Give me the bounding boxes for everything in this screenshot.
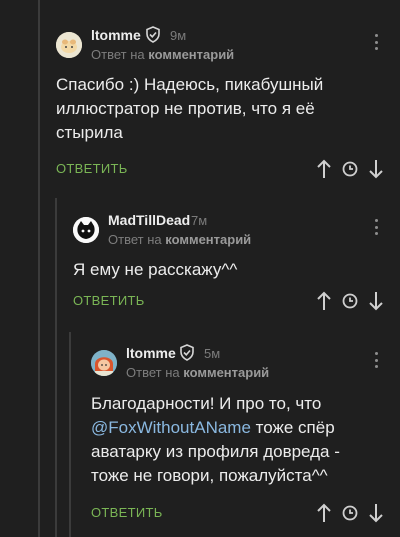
arrow-down-icon[interactable]	[366, 502, 386, 524]
reply-to-link[interactable]: комментарий	[148, 47, 234, 62]
reply-to-link[interactable]: комментарий	[165, 232, 251, 247]
arrow-up-icon[interactable]	[314, 502, 334, 524]
reply-button[interactable]: ОТВЕТИТЬ	[56, 161, 128, 176]
comment-time: 5м	[204, 346, 221, 361]
comment-text: Я ему не расскажу^^	[73, 258, 237, 282]
comment-text-fragment: тоже спёр	[250, 418, 335, 437]
reply-button[interactable]: ОТВЕТИТЬ	[91, 505, 163, 520]
reply-to-prefix: Ответ на	[91, 47, 145, 62]
comment-text-line: Спасибо :) Надеюсь, пикабушный	[56, 75, 324, 94]
comment-2: MadTillDead 7м Ответ на комментарий Я ем…	[73, 211, 396, 321]
author-name[interactable]: ltomme	[126, 345, 176, 361]
more-options-icon[interactable]	[369, 30, 383, 54]
reply-to-link[interactable]: комментарий	[183, 365, 269, 380]
arrow-down-icon[interactable]	[366, 290, 386, 312]
comment-text-line: Благодарности! И про то, что	[91, 394, 322, 413]
comment-actions: ОТВЕТИТЬ	[73, 290, 396, 312]
comment-text-line: Я ему не расскажу^^	[73, 260, 238, 279]
comment-3: ltomme 5м Ответ на комментарий Благодарн…	[91, 344, 396, 534]
clock-icon[interactable]	[340, 158, 360, 180]
reply-to-prefix: Ответ на	[126, 365, 180, 380]
arrow-up-icon[interactable]	[314, 158, 334, 180]
arrow-up-icon[interactable]	[314, 290, 334, 312]
shield-icon	[145, 26, 161, 43]
user-mention-link[interactable]: @FoxWithoutAName	[91, 418, 251, 437]
reply-button[interactable]: ОТВЕТИТЬ	[73, 293, 145, 308]
comment-text-line: аватарку из профиля довреда -	[91, 442, 340, 461]
comment-actions: ОТВЕТИТЬ	[56, 158, 396, 180]
thread-line-level-1	[38, 0, 40, 537]
author-name[interactable]: MadTillDead	[108, 212, 190, 228]
avatar[interactable]	[91, 350, 117, 376]
thread-line-level-3	[69, 332, 71, 537]
comment-text-line: тоже не говори, пожалуйста^^	[91, 466, 328, 485]
comment-time: 7м	[191, 213, 208, 228]
reply-to-label: Ответ на комментарий	[126, 365, 269, 380]
author-name[interactable]: ltomme	[91, 27, 141, 43]
shield-icon	[179, 344, 195, 361]
thread-line-level-2	[55, 198, 57, 537]
reply-to-label: Ответ на комментарий	[108, 232, 251, 247]
avatar[interactable]	[73, 217, 99, 243]
comment-text: Спасибо :) Надеюсь, пикабушный иллюстрат…	[56, 73, 323, 145]
comment-text-line: стырила	[56, 123, 123, 142]
comment-header: ltomme 5м Ответ на комментарий	[91, 344, 396, 388]
comment-time: 9м	[170, 28, 187, 43]
reply-to-prefix: Ответ на	[108, 232, 162, 247]
comment-header: ltomme 9м Ответ на комментарий	[56, 26, 396, 70]
reply-to-label: Ответ на комментарий	[91, 47, 234, 62]
more-options-icon[interactable]	[369, 215, 383, 239]
avatar[interactable]	[56, 32, 82, 58]
comment-header: MadTillDead 7м Ответ на комментарий	[73, 211, 396, 255]
clock-icon[interactable]	[340, 502, 360, 524]
arrow-down-icon[interactable]	[366, 158, 386, 180]
comment-actions: ОТВЕТИТЬ	[91, 502, 396, 524]
more-options-icon[interactable]	[369, 348, 383, 372]
comment-1: ltomme 9м Ответ на комментарий Спасибо :…	[56, 26, 396, 186]
comment-text-line: иллюстратор не против, что я её	[56, 99, 315, 118]
clock-icon[interactable]	[340, 290, 360, 312]
comment-text-line: @FoxWithoutAName тоже спёр	[91, 416, 340, 440]
comment-text: Благодарности! И про то, что @FoxWithout…	[91, 392, 340, 488]
